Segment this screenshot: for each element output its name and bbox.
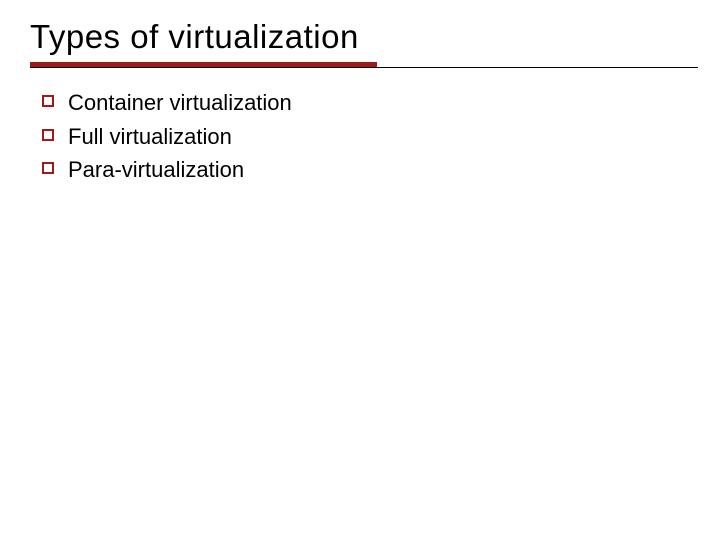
list-item: Para-virtualization xyxy=(42,155,690,185)
title-underline xyxy=(30,62,690,70)
square-bullet-icon xyxy=(42,162,54,174)
list-item: Container virtualization xyxy=(42,88,690,118)
slide-title: Types of virtualization xyxy=(30,18,690,56)
bullet-text: Container virtualization xyxy=(68,88,292,118)
square-bullet-icon xyxy=(42,129,54,141)
list-item: Full virtualization xyxy=(42,122,690,152)
bullet-text: Full virtualization xyxy=(68,122,232,152)
bullet-list: Container virtualization Full virtualiza… xyxy=(30,88,690,185)
bullet-text: Para-virtualization xyxy=(68,155,244,185)
underline-black-line xyxy=(30,67,698,68)
square-bullet-icon xyxy=(42,95,54,107)
slide: Types of virtualization Container virtua… xyxy=(0,0,720,540)
